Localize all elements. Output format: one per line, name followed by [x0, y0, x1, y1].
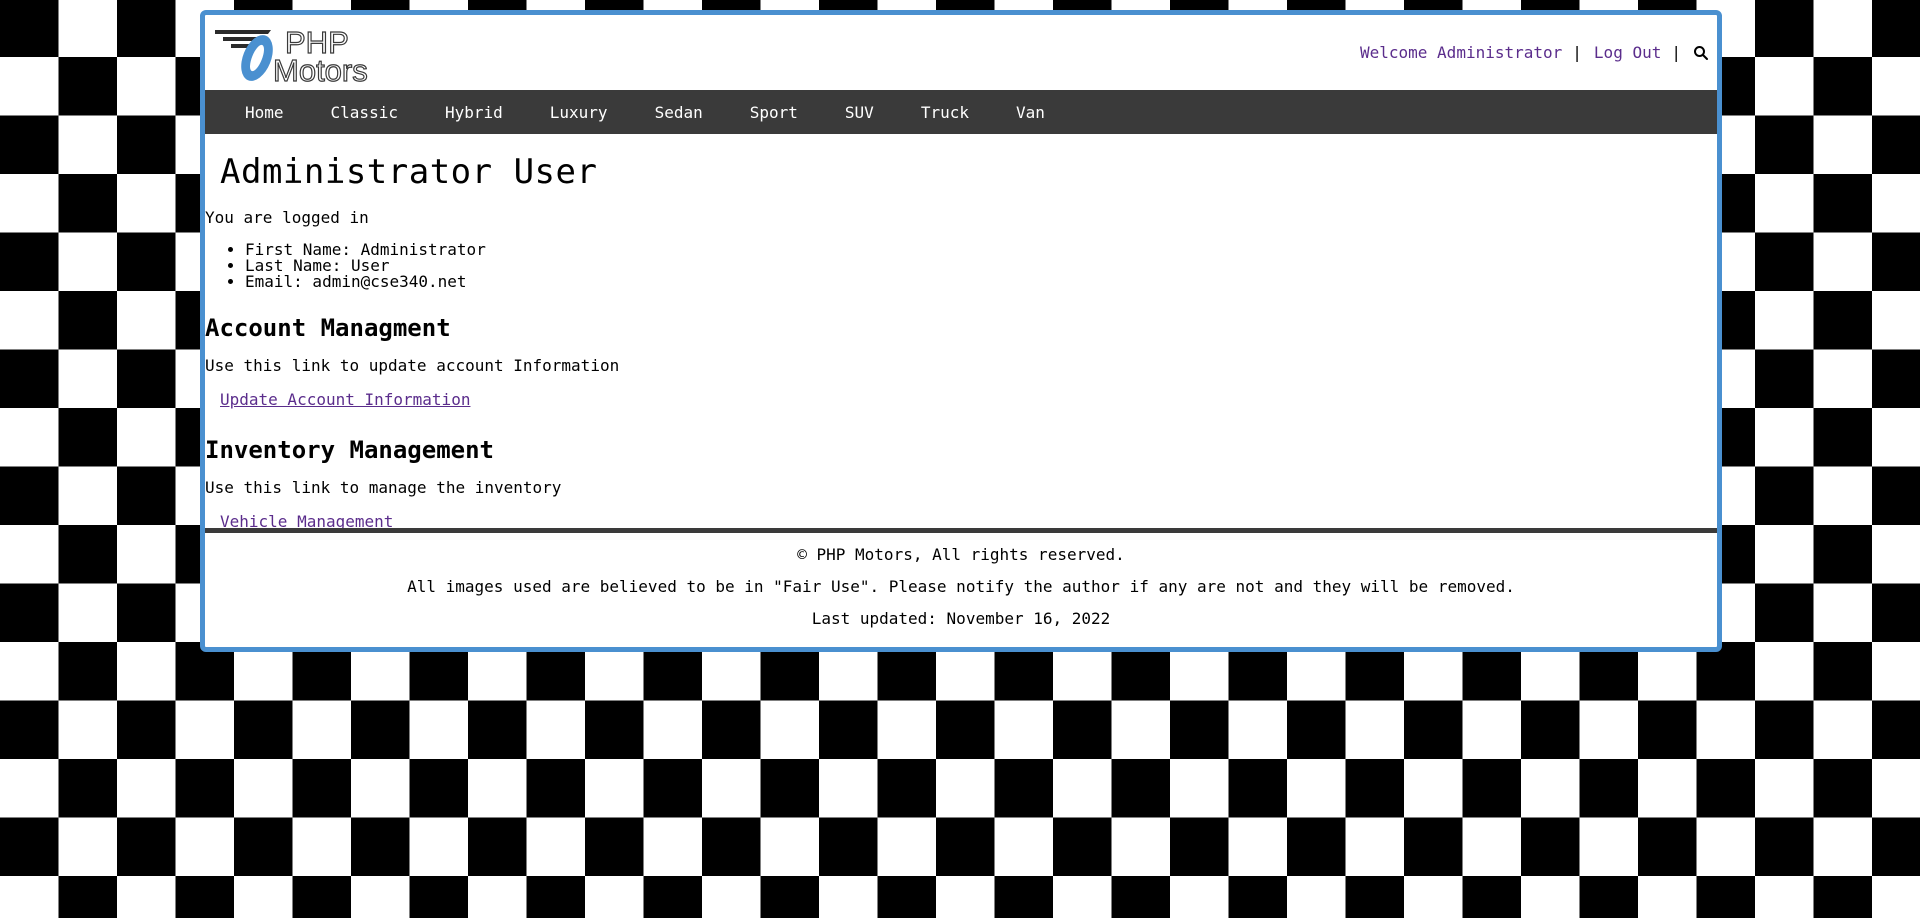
- update-account-link[interactable]: Update Account Information: [220, 390, 470, 410]
- site-header: PHP Motors Welcome Administrator | Log O…: [205, 15, 1717, 90]
- list-item: First Name: Administrator: [245, 242, 1717, 258]
- separator: |: [1671, 43, 1681, 62]
- page-title: Administrator User: [220, 152, 598, 192]
- list-item: Email: admin@cse340.net: [245, 274, 1717, 290]
- nav-sport[interactable]: Sport: [750, 103, 798, 122]
- main-content: Administrator User You are logged in Fir…: [205, 152, 1717, 532]
- nav-van[interactable]: Van: [1016, 103, 1045, 122]
- nav-classic[interactable]: Classic: [331, 103, 398, 122]
- inventory-management-heading: Inventory Management: [205, 436, 494, 464]
- account-bar: Welcome Administrator | Log Out |: [1360, 43, 1709, 62]
- logout-link[interactable]: Log Out: [1594, 43, 1661, 62]
- site-footer: © PHP Motors, All rights reserved. All i…: [205, 528, 1717, 629]
- account-management-heading: Account Managment: [205, 314, 451, 342]
- last-updated: Last updated: November 16, 2022: [811, 609, 1111, 628]
- fair-use-notice: All images used are believed to be in "F…: [407, 577, 1515, 596]
- main-nav: Home Classic Hybrid Luxury Sedan Sport S…: [205, 90, 1717, 134]
- svg-text:Motors: Motors: [273, 53, 368, 85]
- copyright-text: © PHP Motors, All rights reserved.: [797, 545, 1125, 564]
- inventory-management-description: Use this link to manage the inventory: [205, 478, 562, 497]
- separator: |: [1572, 43, 1582, 62]
- nav-home[interactable]: Home: [245, 103, 284, 122]
- welcome-link[interactable]: Welcome Administrator: [1360, 43, 1562, 62]
- account-management-description: Use this link to update account Informat…: [205, 356, 620, 375]
- php-motors-logo[interactable]: PHP Motors: [213, 23, 398, 85]
- page-frame: PHP Motors Welcome Administrator | Log O…: [200, 10, 1722, 652]
- nav-hybrid[interactable]: Hybrid: [445, 103, 503, 122]
- nav-suv[interactable]: SUV: [845, 103, 874, 122]
- nav-truck[interactable]: Truck: [921, 103, 969, 122]
- nav-luxury[interactable]: Luxury: [550, 103, 608, 122]
- nav-sedan[interactable]: Sedan: [655, 103, 703, 122]
- user-details-list: First Name: Administrator Last Name: Use…: [205, 242, 1717, 290]
- search-icon[interactable]: [1693, 45, 1709, 61]
- logged-in-status: You are logged in: [205, 208, 369, 227]
